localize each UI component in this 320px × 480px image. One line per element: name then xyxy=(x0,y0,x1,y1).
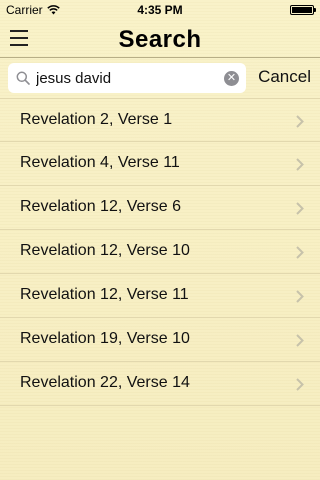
cancel-button[interactable]: Cancel xyxy=(258,67,311,87)
search-field[interactable]: ✕ xyxy=(8,63,246,93)
chevron-right-icon xyxy=(296,334,304,347)
result-row[interactable]: Revelation 2, Verse 1 xyxy=(0,98,320,142)
result-label: Revelation 2, Verse 1 xyxy=(20,111,173,128)
result-row[interactable]: Revelation 19, Verse 10 xyxy=(0,318,320,362)
magnifier-icon xyxy=(16,71,30,85)
result-row[interactable]: Revelation 4, Verse 11 xyxy=(0,142,320,186)
chevron-right-icon xyxy=(296,378,304,391)
result-row[interactable]: Revelation 12, Verse 11 xyxy=(0,274,320,318)
result-row[interactable]: Revelation 12, Verse 10 xyxy=(0,230,320,274)
result-label: Revelation 12, Verse 11 xyxy=(20,286,189,303)
result-row[interactable]: Revelation 12, Verse 6 xyxy=(0,186,320,230)
battery-icon xyxy=(290,5,316,15)
status-time: 4:35 PM xyxy=(137,3,183,17)
status-bar: Carrier 4:35 PM xyxy=(0,0,320,20)
result-label: Revelation 12, Verse 6 xyxy=(20,198,181,215)
result-row[interactable]: Revelation 22, Verse 14 xyxy=(0,362,320,406)
search-input[interactable] xyxy=(36,63,216,93)
chevron-right-icon xyxy=(296,158,304,171)
page-title: Search xyxy=(118,26,202,53)
result-label: Revelation 22, Verse 14 xyxy=(20,374,190,391)
battery-fill xyxy=(292,7,312,13)
chevron-right-icon xyxy=(296,115,304,128)
results-list: Revelation 2, Verse 1 Revelation 4, Verse… xyxy=(0,98,320,406)
result-label: Revelation 12, Verse 10 xyxy=(20,242,190,259)
result-label: Revelation 4, Verse 11 xyxy=(20,154,180,171)
result-label: Revelation 19, Verse 10 xyxy=(20,330,190,347)
chevron-right-icon xyxy=(296,246,304,259)
clear-x-icon[interactable]: ✕ xyxy=(224,71,239,86)
search-bar: ✕ Cancel xyxy=(0,60,320,98)
navigation-bar: Search xyxy=(0,20,320,58)
chevron-right-icon xyxy=(296,202,304,215)
chevron-right-icon xyxy=(296,290,304,303)
